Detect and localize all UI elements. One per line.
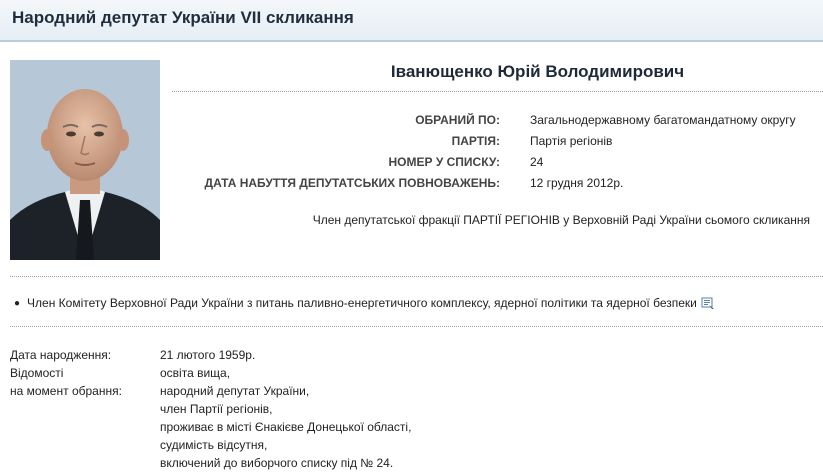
document-icon[interactable] [701,297,715,310]
mandate-date-value: 12 грудня 2012р. [530,176,624,190]
list-number-value: 24 [530,155,544,169]
bio-line: член Партії регіонів, [160,402,273,416]
committee-item: ● Член Комітету Верховної Ради України з… [14,296,715,310]
birth-date-label: Дата народження: [10,348,112,362]
deputy-name: Іванющенко Юрій Володимирович [390,62,685,81]
list-number-label: НОМЕР У СПИСКУ: [388,155,500,169]
portrait-image [10,60,160,260]
divider [172,91,823,92]
page-header: Народний депутат України VII скликання [0,0,823,42]
mandate-date-label: ДАТА НАБУТТЯ ДЕПУТАТСЬКИХ ПОВНОВАЖЕНЬ: [204,176,500,190]
committee-text: Член Комітету Верховної Ради України з п… [27,296,697,310]
divider [10,276,823,277]
bio-line: освіта вища, [160,366,231,380]
party-value: Партія регіонів [530,134,613,148]
bio-info-label: Відомості [10,366,64,380]
bio-line: судимість відсутня, [160,438,268,452]
elected-label: ОБРАНИЙ ПО: [415,113,500,127]
divider [10,326,823,327]
bullet-icon: ● [14,297,21,309]
bio-line: включений до виборчого списку під № 24. [160,456,394,470]
birth-date-value: 21 лютого 1959р. [160,348,256,362]
page-title: Народний депутат України VII скликання [12,8,354,27]
bio-line: проживає в місті Єнакієве Донецької обла… [160,420,412,434]
faction-membership: Член депутатської фракції ПАРТІЇ РЕГІОНІ… [312,213,810,227]
bio-line: народний депутат України, [160,384,310,398]
party-label: ПАРТІЯ: [451,134,500,148]
elected-value: Загальнодержавному багатомандатному окру… [530,113,796,127]
bio-info-label: на момент обрання: [10,384,122,398]
deputy-photo [10,60,160,260]
